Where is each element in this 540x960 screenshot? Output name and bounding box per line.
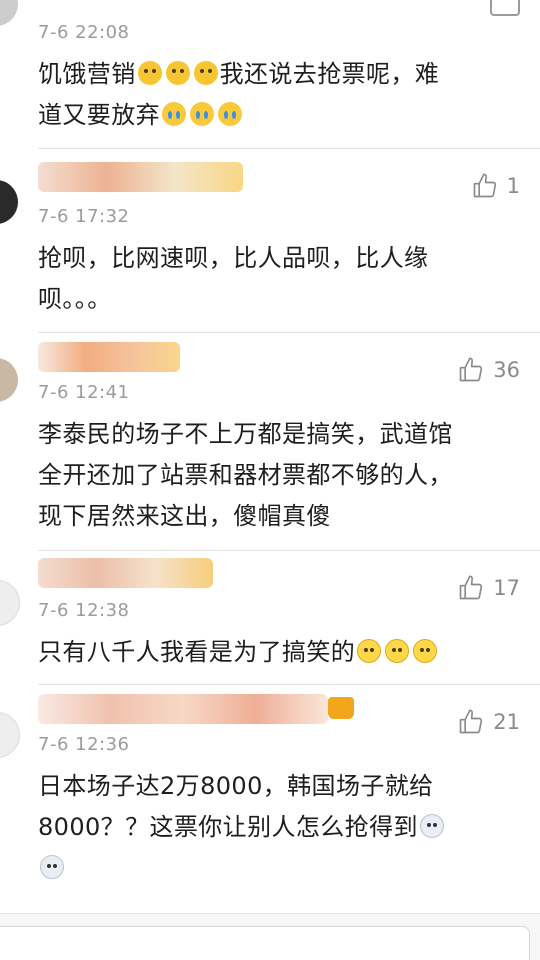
laughing-tears-emoji-icon (165, 61, 190, 85)
comment-timestamp: 7-6 17:32 (38, 206, 130, 227)
avatar[interactable] (0, 712, 20, 758)
crying-emoji-icon (162, 102, 186, 126)
comment-text-line: 8000？？这票你让别人怎么抢得到 (38, 813, 418, 841)
thumbs-up-icon (459, 357, 483, 382)
crying-emoji-icon (218, 102, 242, 126)
comment-text-line: 日本场子达2万8000，韩国场子就给 (38, 772, 434, 800)
husky-emoji-icon (419, 814, 444, 838)
comment-text: 饥饿营销 我还说去抢票呢，难 道又要放弃 (38, 54, 516, 136)
laughing-tears-emoji-icon (137, 61, 162, 85)
username-blurred[interactable] (38, 558, 213, 588)
comment-timestamp: 7-6 12:36 (38, 734, 130, 755)
comment-timestamp: 7-6 22:08 (38, 22, 130, 43)
comment-item: 21 7-6 12:36 日本场子达2万8000，韩国场子就给 8000？？这票… (0, 686, 540, 912)
like-button[interactable]: 1 (471, 171, 520, 201)
smile-emoji-icon (413, 639, 438, 663)
comment-input[interactable] (0, 926, 530, 960)
like-button[interactable]: 36 (457, 355, 520, 385)
like-count: 1 (506, 174, 520, 198)
comment-text: 抢呗，比网速呗，比人品呗，比人缘 呗。。。 (38, 238, 516, 320)
comment-item: 36 7-6 12:41 李泰民的场子不上万都是搞笑，武道馆 全开还加了站票和器… (0, 334, 540, 552)
comment-text: 只有八千人我看是为了搞笑的 (38, 632, 516, 673)
thumbs-up-icon (459, 575, 483, 600)
thumbs-up-icon (459, 709, 483, 734)
comment-text-line: 现下居然来这出，傻帽真傻 (38, 502, 331, 530)
comment-text: 日本场子达2万8000，韩国场子就给 8000？？这票你让别人怎么抢得到 (38, 766, 516, 889)
comment-timestamp: 7-6 12:38 (38, 600, 130, 621)
comment-input-bar (0, 913, 540, 960)
crying-emoji-icon (190, 102, 214, 126)
comment-text: 李泰民的场子不上万都是搞笑，武道馆 全开还加了站票和器材票都不够的人， 现下居然… (38, 414, 516, 537)
crown-badge-icon (328, 697, 354, 719)
avatar[interactable] (0, 0, 18, 26)
comment-text-line: 抢呗，比网速呗，比人品呗，比人缘 (38, 244, 429, 272)
smile-emoji-icon (385, 639, 410, 663)
like-count: 36 (493, 358, 520, 382)
comment-item: 17 7-6 12:38 只有八千人我看是为了搞笑的 (0, 552, 540, 686)
comment-item: 7-6 22:08 饥饿营销 我还说去抢票呢，难 道又要放弃 (0, 0, 540, 150)
comment-item: 1 7-6 17:32 抢呗，比网速呗，比人品呗，比人缘 呗。。。 (0, 150, 540, 334)
like-button[interactable]: 21 (457, 707, 520, 737)
comment-divider (38, 550, 540, 551)
comment-timestamp: 7-6 12:41 (38, 382, 130, 403)
like-count: 21 (493, 710, 520, 734)
like-count: 17 (493, 576, 520, 600)
laughing-tears-emoji-icon (193, 61, 218, 85)
comment-text-line: 只有八千人我看是为了搞笑的 (38, 638, 356, 666)
comment-text-line: 呗。。。 (38, 285, 112, 313)
thumbs-up-icon (473, 173, 496, 198)
like-button[interactable]: 17 (457, 573, 520, 603)
avatar[interactable] (0, 180, 18, 224)
comment-text-line: 饥饿营销 (38, 60, 136, 88)
smile-emoji-icon (357, 639, 382, 663)
comment-text-line: 道又要放弃 (38, 101, 160, 129)
avatar[interactable] (0, 580, 20, 626)
husky-emoji-icon (40, 855, 64, 879)
username-blurred[interactable] (38, 162, 243, 192)
comment-divider (38, 148, 540, 149)
avatar[interactable] (0, 358, 18, 402)
comment-divider (38, 332, 540, 333)
comment-text-line: 全开还加了站票和器材票都不够的人， (38, 461, 453, 489)
username-blurred[interactable] (38, 694, 328, 724)
comment-divider (38, 684, 540, 685)
username-blurred[interactable] (38, 342, 180, 372)
comment-text-line: 我还说去抢票呢，难 (219, 60, 440, 88)
comment-feed: 7-6 22:08 饥饿营销 我还说去抢票呢，难 道又要放弃 1 7-6 17:3… (0, 0, 540, 960)
comment-text-line: 李泰民的场子不上万都是搞笑，武道馆 (38, 420, 453, 448)
